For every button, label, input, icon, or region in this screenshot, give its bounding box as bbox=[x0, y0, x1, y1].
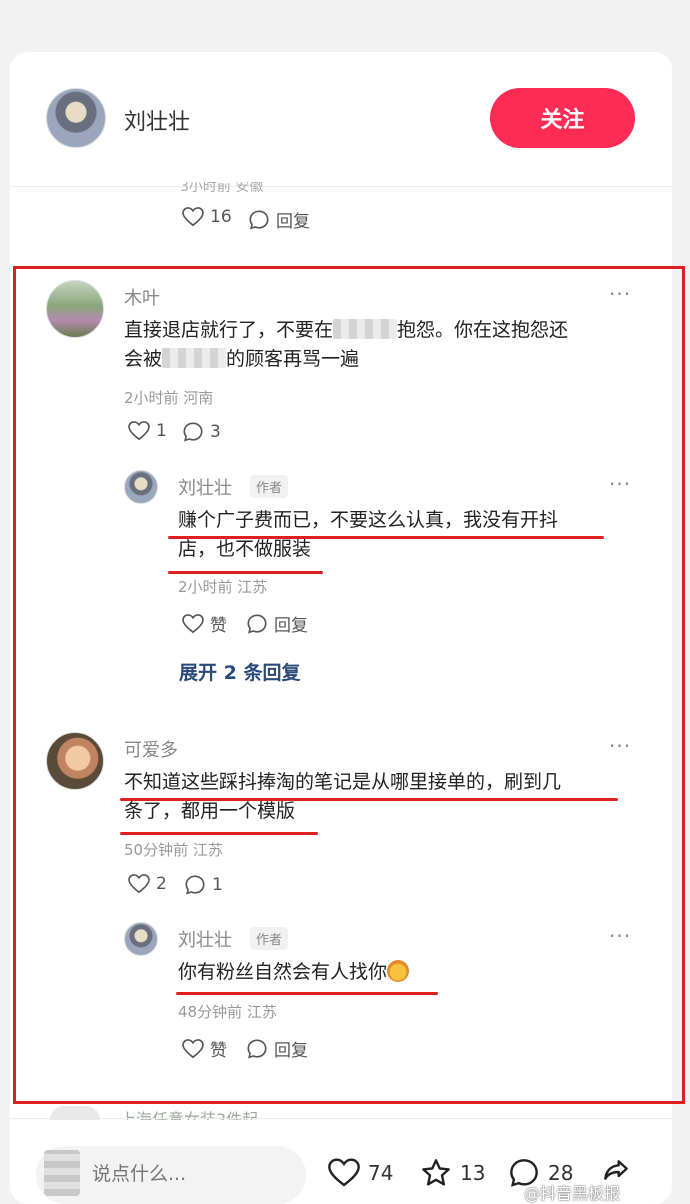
bottom-like-count: 74 bbox=[368, 1161, 394, 1185]
more-options-icon[interactable]: ··· bbox=[609, 282, 631, 306]
comment-input[interactable] bbox=[92, 1163, 292, 1185]
heart-icon bbox=[182, 613, 204, 633]
like-label: 赞 bbox=[210, 1041, 227, 1061]
bottom-like-button[interactable]: 74 bbox=[328, 1158, 393, 1188]
comment-icon bbox=[249, 209, 269, 229]
star-icon bbox=[422, 1159, 450, 1186]
like-count: 2 bbox=[156, 874, 167, 894]
like-label: 赞 bbox=[210, 616, 227, 636]
red-underline bbox=[120, 798, 618, 801]
reply-reply-button[interactable]: 回复 bbox=[246, 1036, 308, 1061]
emoji-icon bbox=[387, 960, 410, 982]
reply-name[interactable]: 刘壮壮 bbox=[178, 474, 232, 500]
comment-text: 直接退店就行了，不要在 抱怨。你在这抱怨还 会被 的顾客再骂一遍 bbox=[124, 319, 569, 370]
prev-reply-label: 回复 bbox=[276, 212, 310, 232]
watermark: @抖音黑板报 bbox=[524, 1184, 621, 1203]
red-underline bbox=[120, 832, 318, 835]
comment-meta: 50分钟前 江苏 bbox=[124, 841, 223, 859]
reply-button[interactable]: 3 bbox=[182, 421, 221, 443]
comment-icon bbox=[247, 1038, 267, 1058]
reply-count: 3 bbox=[210, 422, 221, 442]
bottom-star-button[interactable]: 13 bbox=[420, 1157, 485, 1189]
author-tag: 作者 bbox=[250, 475, 289, 498]
like-button[interactable]: 1 bbox=[128, 421, 167, 441]
comment-icon bbox=[185, 875, 205, 895]
censored-blur bbox=[333, 319, 398, 339]
author-name[interactable]: 刘壮壮 bbox=[124, 104, 190, 136]
reply-name[interactable]: 刘壮壮 bbox=[178, 926, 232, 952]
reply-meta: 48分钟前 江苏 bbox=[178, 1003, 277, 1021]
follow-button[interactable]: 关注 bbox=[490, 88, 635, 148]
more-options-icon[interactable]: ··· bbox=[609, 472, 631, 496]
like-button[interactable]: 2 bbox=[128, 874, 167, 894]
expand-replies-link[interactable]: 展开 2 条回复 bbox=[179, 658, 300, 685]
reply-avatar[interactable] bbox=[124, 470, 158, 504]
author-tag: 作者 bbox=[250, 927, 289, 950]
prev-like-count: 16 bbox=[210, 207, 232, 227]
like-count: 1 bbox=[156, 421, 167, 441]
user-avatar bbox=[44, 1150, 80, 1196]
comment-meta: 2小时前 河南 bbox=[124, 389, 214, 407]
reply-count: 1 bbox=[212, 875, 223, 895]
comment-icon bbox=[183, 422, 203, 442]
comment-icon bbox=[247, 613, 267, 633]
author-avatar[interactable] bbox=[46, 88, 106, 148]
heart-icon bbox=[128, 874, 150, 894]
red-underline bbox=[168, 571, 323, 574]
reply-reply-button[interactable]: 回复 bbox=[246, 611, 308, 636]
bottom-star-count: 13 bbox=[460, 1161, 486, 1185]
more-options-icon[interactable]: ··· bbox=[609, 734, 631, 758]
heart-icon bbox=[182, 207, 204, 227]
bottom-bar-divider bbox=[10, 1118, 672, 1119]
heart-icon bbox=[328, 1158, 360, 1187]
prev-like-button[interactable]: 16 bbox=[182, 207, 232, 227]
reply-like-button[interactable]: 赞 bbox=[182, 1036, 227, 1061]
more-options-icon[interactable]: ··· bbox=[609, 924, 631, 948]
reply-button[interactable]: 1 bbox=[184, 874, 223, 896]
reply-avatar[interactable] bbox=[124, 922, 158, 956]
censored-blur bbox=[162, 348, 227, 368]
heart-icon bbox=[128, 421, 150, 441]
commenter-avatar[interactable] bbox=[46, 280, 104, 338]
red-underline bbox=[168, 536, 604, 539]
commenter-avatar[interactable] bbox=[46, 732, 104, 790]
commenter-name[interactable]: 木叶 bbox=[124, 284, 160, 310]
heart-icon bbox=[182, 1038, 204, 1058]
reply-label: 回复 bbox=[274, 1041, 308, 1061]
reply-meta: 2小时前 江苏 bbox=[178, 578, 268, 596]
commenter-name[interactable]: 可爱多 bbox=[124, 736, 178, 762]
reply-like-button[interactable]: 赞 bbox=[182, 611, 227, 636]
reply-text: 赚个广子费而已，不要这么认真，我没有开抖 店，也不做服装 bbox=[178, 509, 559, 560]
comment-text: 不知道这些踩抖捧淘的笔记是从哪里接单的，刷到几 条了，都用一个模版 bbox=[124, 771, 562, 822]
reply-text: 你有粉丝自然会有人找你 bbox=[178, 958, 618, 987]
red-underline bbox=[176, 992, 438, 995]
reply-label: 回复 bbox=[274, 616, 308, 636]
prev-reply-button[interactable]: 回复 bbox=[248, 207, 310, 232]
